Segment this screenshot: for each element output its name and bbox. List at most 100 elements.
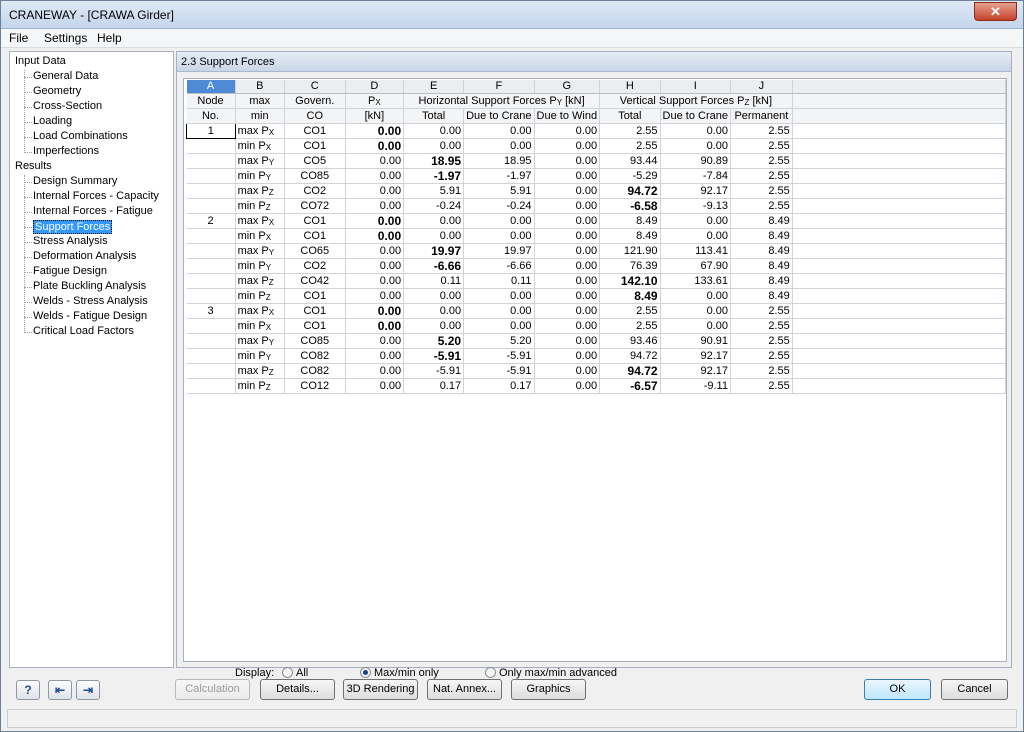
table-row[interactable]: max PZ CO2 0.00 5.91 5.91 0.00 94.72 92.17 2.55 (186, 183, 1007, 199)
cell-px[interactable]: 0.00 (345, 318, 405, 334)
cell-ht[interactable]: 18.95 (403, 153, 465, 169)
cell-node[interactable] (186, 198, 236, 214)
table-row[interactable]: max PY CO85 0.00 5.20 5.20 0.00 93.46 90.91 2.55 (186, 333, 1007, 349)
cell-ht[interactable]: 0.00 (403, 288, 465, 304)
table-row[interactable]: 2 max PX CO1 0.00 0.00 0.00 0.00 8.49 0.00 8.49 (186, 213, 1007, 229)
cell-node[interactable]: 3 (186, 303, 236, 319)
cell-vt[interactable]: 8.49 (599, 228, 661, 244)
cell-vp[interactable]: 8.49 (730, 258, 793, 274)
cell-ht[interactable]: 0.00 (403, 228, 465, 244)
cell-px[interactable]: 0.00 (345, 228, 405, 244)
cell-hw[interactable]: 0.00 (534, 288, 601, 304)
cell-ht[interactable]: -1.97 (403, 168, 465, 184)
cell-co[interactable]: CO12 (284, 378, 346, 394)
cell-vt[interactable]: 94.72 (599, 183, 661, 199)
cell-ht[interactable]: 0.11 (403, 273, 465, 289)
column-letter[interactable]: G (534, 80, 601, 94)
cell-hc[interactable]: 0.00 (463, 318, 535, 334)
table-row[interactable]: min PY CO2 0.00 -6.66 -6.66 0.00 76.39 67.90 8.4… (186, 258, 1007, 274)
cell-hw[interactable]: 0.00 (534, 123, 601, 139)
cell-hw[interactable]: 0.00 (534, 258, 601, 274)
cell-maxmin[interactable]: max PX (235, 123, 285, 139)
cell-vc[interactable]: 92.17 (660, 183, 731, 199)
cell-px[interactable]: 0.00 (345, 273, 405, 289)
cell-maxmin[interactable]: min PX (235, 228, 285, 244)
cell-px[interactable]: 0.00 (345, 183, 405, 199)
cell-hc[interactable]: 0.00 (463, 123, 535, 139)
table-row[interactable]: 1 max PX CO1 0.00 0.00 0.00 0.00 2.55 0.00 2.55 (186, 122, 1007, 139)
cell-vp[interactable]: 8.49 (730, 228, 793, 244)
cell-ht[interactable]: 0.00 (403, 213, 465, 229)
cell-vp[interactable]: 2.55 (730, 333, 793, 349)
cell-ht[interactable]: 5.20 (403, 333, 465, 349)
table-row[interactable]: min PZ CO1 0.00 0.00 0.00 0.00 8.49 0.00 8.49 (186, 288, 1007, 304)
cell-vc[interactable]: 0.00 (660, 123, 731, 139)
cell-vt[interactable]: 2.55 (599, 123, 661, 139)
cell-vp[interactable]: 2.55 (730, 318, 793, 334)
cell-vt[interactable]: -6.57 (599, 378, 661, 394)
cell-px[interactable]: 0.00 (345, 258, 405, 274)
cell-px[interactable]: 0.00 (345, 303, 405, 319)
cell-co[interactable]: CO65 (284, 243, 346, 259)
cell-node[interactable] (186, 228, 236, 244)
cell-ht[interactable]: 0.00 (403, 138, 465, 154)
results-table-area[interactable]: A B C D E F G H I J Node max Govern. PX Horizontal Sup… (183, 78, 1007, 679)
nav-item-load-combinations[interactable]: Load Combinations (33, 130, 128, 142)
cell-vp[interactable]: 2.55 (730, 348, 793, 364)
cell-vp[interactable]: 8.49 (730, 273, 793, 289)
cell-co[interactable]: CO85 (284, 168, 346, 184)
cell-vp[interactable]: 2.55 (730, 183, 793, 199)
cell-node[interactable] (186, 153, 236, 169)
cell-maxmin[interactable]: min PY (235, 348, 285, 364)
table-row[interactable]: min PZ CO12 0.00 0.17 0.17 0.00 -6.57 -9.11 2.55 (186, 378, 1007, 394)
cell-vc[interactable]: 90.91 (660, 333, 731, 349)
cell-px[interactable]: 0.00 (345, 288, 405, 304)
cell-hw[interactable]: 0.00 (534, 333, 601, 349)
nav-item-support-forces[interactable]: Support Forces (33, 220, 113, 234)
cell-maxmin[interactable]: max PY (235, 153, 285, 169)
nav-item-welds-stress-analysis[interactable]: Welds - Stress Analysis (33, 295, 148, 307)
cell-vt[interactable]: 93.46 (599, 333, 661, 349)
cell-node[interactable] (186, 378, 236, 394)
cell-hc[interactable]: 18.95 (463, 153, 535, 169)
cell-co[interactable]: CO42 (284, 273, 346, 289)
column-letter[interactable]: H (599, 80, 661, 94)
export-button[interactable]: ⇥ (76, 680, 100, 700)
close-button[interactable]: ✕ (974, 2, 1017, 21)
table-row[interactable]: max PZ CO42 0.00 0.11 0.11 0.00 142.10 133.61 8.… (186, 273, 1007, 289)
cell-vt[interactable]: -6.58 (599, 198, 661, 214)
cell-node[interactable] (186, 243, 236, 259)
nav-item-plate-buckling-analysis[interactable]: Plate Buckling Analysis (33, 280, 146, 292)
cell-hc[interactable]: -5.91 (463, 363, 535, 379)
cell-vp[interactable]: 2.55 (730, 153, 793, 169)
cell-vt[interactable]: 2.55 (599, 318, 661, 334)
cell-maxmin[interactable]: min PY (235, 258, 285, 274)
cell-maxmin[interactable]: min PZ (235, 378, 285, 394)
nav-item-critical-load-factors[interactable]: Critical Load Factors (33, 325, 134, 337)
cell-hc[interactable]: 5.91 (463, 183, 535, 199)
cell-maxmin[interactable]: min PX (235, 138, 285, 154)
cell-vt[interactable]: -5.29 (599, 168, 661, 184)
cell-node[interactable] (186, 363, 236, 379)
cell-co[interactable]: CO1 (284, 213, 346, 229)
nav-item-general-data[interactable]: General Data (33, 70, 98, 82)
column-letter[interactable]: D (345, 80, 405, 94)
cell-hc[interactable]: -1.97 (463, 168, 535, 184)
cell-co[interactable]: CO1 (284, 228, 346, 244)
cell-ht[interactable]: 0.17 (403, 378, 465, 394)
cell-vp[interactable]: 8.49 (730, 288, 793, 304)
cell-node[interactable]: 1 (186, 122, 236, 139)
cell-vt[interactable]: 76.39 (599, 258, 661, 274)
table-row[interactable]: min PX CO1 0.00 0.00 0.00 0.00 2.55 0.00 2.55 (186, 138, 1007, 154)
cell-node[interactable] (186, 333, 236, 349)
cell-px[interactable]: 0.00 (345, 168, 405, 184)
column-letter[interactable]: B (235, 80, 285, 94)
nav-item-design-summary[interactable]: Design Summary (33, 175, 117, 187)
cell-px[interactable]: 0.00 (345, 213, 405, 229)
table-row[interactable]: min PY CO82 0.00 -5.91 -5.91 0.00 94.72 92.17 2.… (186, 348, 1007, 364)
cell-maxmin[interactable]: max PZ (235, 183, 285, 199)
cell-vt[interactable]: 2.55 (599, 303, 661, 319)
cell-co[interactable]: CO2 (284, 183, 346, 199)
cell-vc[interactable]: 92.17 (660, 348, 731, 364)
cell-node[interactable] (186, 138, 236, 154)
